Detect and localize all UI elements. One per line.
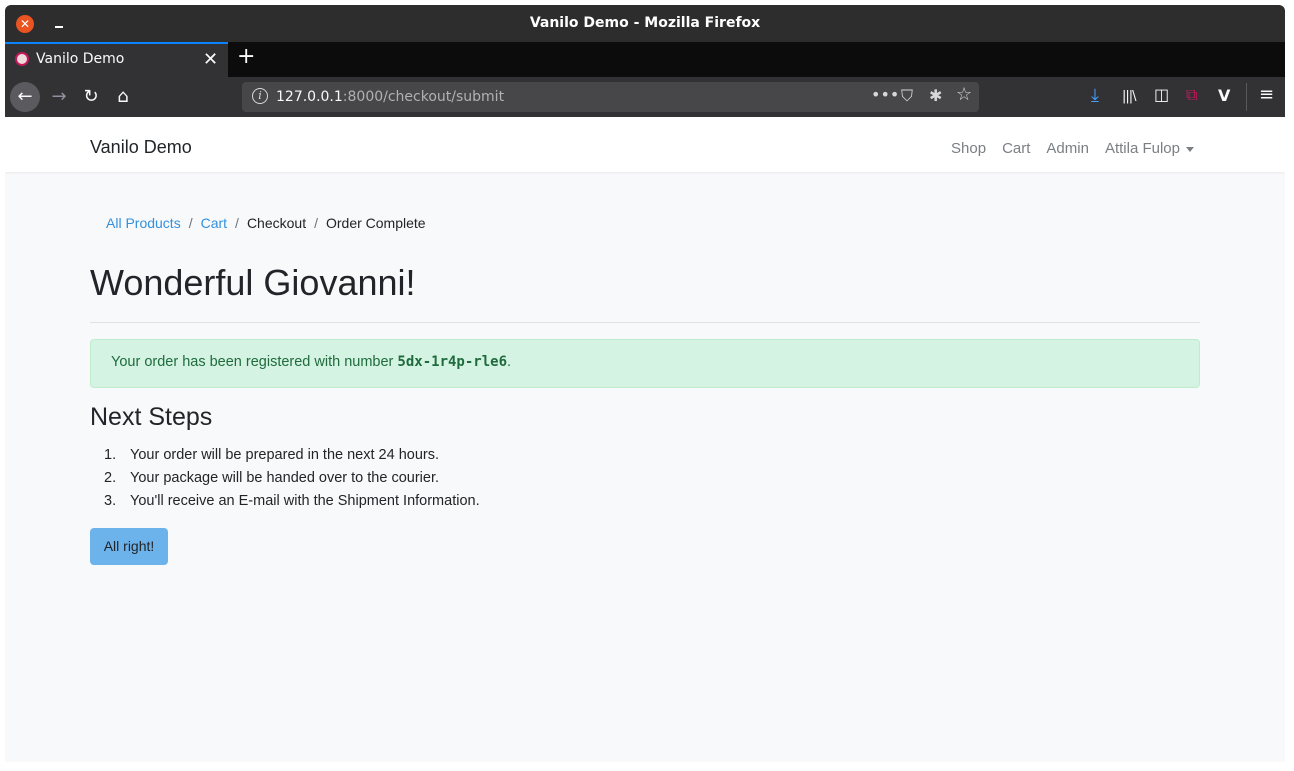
- list-item-text: Your package will be handed over to the …: [130, 470, 440, 486]
- breadcrumb-cart[interactable]: Cart: [201, 215, 227, 231]
- url-bar[interactable]: i 127.0.0.1:8000/checkout/submit ••• ⛉ ✱…: [242, 82, 979, 112]
- list-item: 1. Your order will be prepared in the nex…: [90, 446, 480, 469]
- breadcrumb-all-products[interactable]: All Products: [106, 215, 181, 231]
- tab-title: Vanilo Demo: [36, 51, 125, 67]
- list-item-text: Your order will be prepared in the next …: [130, 447, 439, 463]
- nav-link-shop[interactable]: Shop: [951, 140, 986, 157]
- list-item-number: 2.: [104, 470, 117, 486]
- browser-window: ✕ Vanilo Demo - Mozilla Firefox Vanilo D…: [5, 5, 1285, 762]
- next-steps-list: 1. Your order will be prepared in the nex…: [90, 446, 480, 515]
- list-item-text: You'll receive an E-mail with the Shipme…: [130, 493, 480, 509]
- back-button[interactable]: ←: [10, 82, 40, 112]
- site-menu: Shop Cart Admin Attila Fulop: [951, 140, 1194, 157]
- forward-button[interactable]: →: [45, 83, 73, 111]
- page-title: Wonderful Giovanni!: [90, 262, 416, 303]
- success-alert: Your order has been registered with numb…: [90, 339, 1200, 388]
- navigation-toolbar: ← → ↻ ⌂ i 127.0.0.1:8000/checkout/submit…: [5, 77, 1285, 117]
- toolbar-separator: [1246, 83, 1247, 111]
- tab-vanilo-demo[interactable]: Vanilo Demo ✕: [5, 42, 228, 77]
- pocket-icon[interactable]: ⛉: [901, 86, 913, 106]
- user-dropdown[interactable]: Attila Fulop: [1105, 140, 1194, 157]
- all-right-button[interactable]: All right!: [90, 528, 168, 565]
- site-brand[interactable]: Vanilo Demo: [90, 137, 192, 158]
- list-item-number: 3.: [104, 493, 117, 509]
- url-text[interactable]: 127.0.0.1:8000/checkout/submit: [276, 89, 504, 105]
- favicon-icon: [15, 52, 29, 66]
- nav-link-admin[interactable]: Admin: [1046, 140, 1089, 157]
- reload-button[interactable]: ↻: [77, 83, 105, 111]
- home-button[interactable]: ⌂: [109, 83, 137, 111]
- web-page: Vanilo Demo Shop Cart Admin Attila Fulop…: [5, 117, 1285, 762]
- window-titlebar: ✕ Vanilo Demo - Mozilla Firefox: [5, 5, 1285, 42]
- order-number: 5dx-1r4p-rle6: [397, 354, 507, 370]
- new-tab-button[interactable]: +: [237, 44, 255, 69]
- sidebar-icon[interactable]: ◫: [1154, 85, 1169, 104]
- breadcrumb-separator: /: [314, 215, 318, 231]
- site-info-icon[interactable]: i: [252, 88, 268, 104]
- breadcrumb-checkout: Checkout: [246, 215, 307, 231]
- breadcrumb-order-complete: Order Complete: [325, 215, 426, 231]
- page-actions-icon[interactable]: •••: [871, 85, 899, 104]
- divider: [90, 322, 1200, 323]
- list-item: 2. Your package will be handed over to th…: [90, 469, 480, 492]
- breadcrumb-separator: /: [235, 215, 239, 231]
- vue-devtools-icon[interactable]: V: [1218, 86, 1230, 105]
- bookmark-star-icon[interactable]: ☆: [956, 84, 972, 105]
- user-name: Attila Fulop: [1104, 140, 1180, 157]
- window-title: Vanilo Demo - Mozilla Firefox: [529, 15, 761, 31]
- downloads-icon[interactable]: ⤓: [1091, 85, 1099, 106]
- library-icon[interactable]: |||\: [1122, 89, 1136, 104]
- bug-icon[interactable]: ✱: [929, 86, 942, 105]
- tab-strip: Vanilo Demo ✕ +: [5, 42, 1285, 77]
- containers-icon[interactable]: ⧉: [1186, 85, 1197, 105]
- hamburger-menu-icon[interactable]: ≡: [1259, 84, 1274, 105]
- url-path: :8000/checkout/submit: [342, 89, 505, 105]
- breadcrumb: All Products / Cart / Checkout / Order C…: [106, 215, 426, 231]
- alert-text-end: .: [507, 354, 512, 370]
- caret-down-icon: [1186, 146, 1194, 152]
- url-host: 127.0.0.1: [276, 89, 343, 105]
- alert-text: Your order has been registered with numb…: [111, 354, 398, 370]
- site-navbar: Vanilo Demo Shop Cart Admin Attila Fulop: [5, 117, 1285, 172]
- tab-close-icon[interactable]: ✕: [203, 49, 218, 70]
- list-item: 3. You'll receive an E-mail with the Ship…: [90, 492, 480, 515]
- nav-link-cart[interactable]: Cart: [1002, 140, 1030, 157]
- breadcrumb-separator: /: [188, 215, 193, 231]
- next-steps-title: Next Steps: [90, 403, 213, 431]
- list-item-number: 1.: [104, 447, 117, 463]
